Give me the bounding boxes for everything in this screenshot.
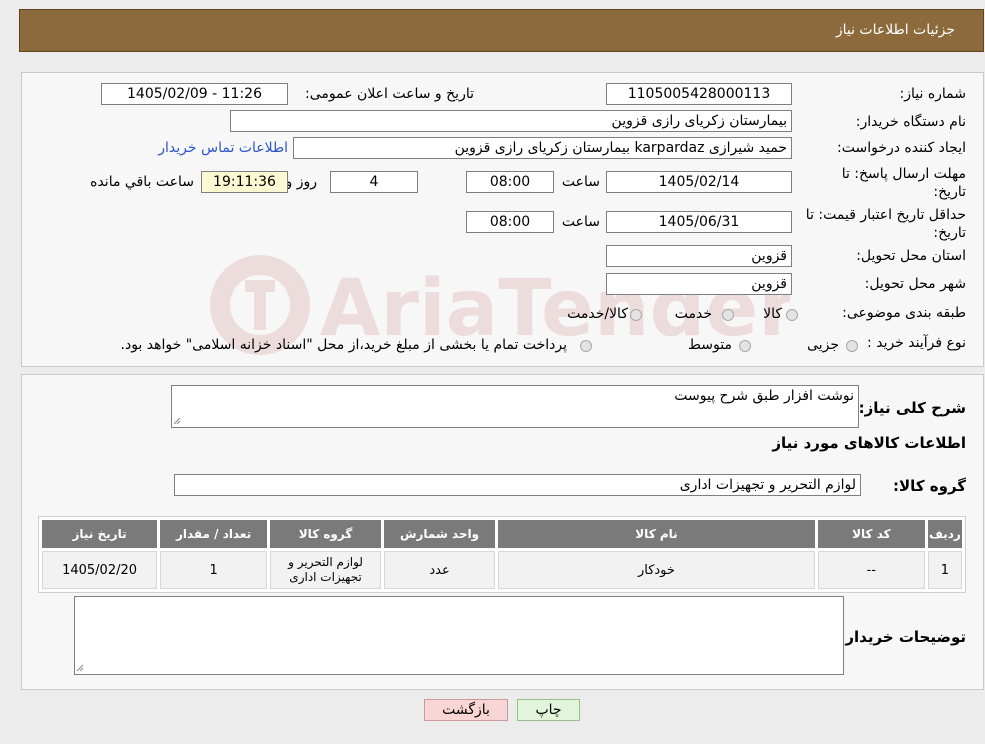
- cell-need-date: 1405/02/20: [42, 551, 158, 589]
- cell-item-code: --: [817, 551, 925, 589]
- print-button[interactable]: چاپ: [517, 699, 580, 721]
- category-label: طبقه بندی موضوعی:: [842, 305, 966, 321]
- cell-item-name: خودکار: [498, 551, 815, 589]
- items-table: ردیف کد کالا نام کالا واحد شمارش گروه کا…: [38, 516, 966, 593]
- time-remaining-field: 19:11:36: [201, 171, 288, 193]
- goods-group-field: لوازم التحریر و تجهیزات اداری: [174, 474, 861, 496]
- price-validity-label: حداقل تاریخ اعتبار قیمت: تا تاریخ:: [805, 207, 966, 241]
- back-button[interactable]: بازگشت: [424, 699, 508, 721]
- price-validity-date-field: 1405/06/31: [606, 211, 792, 233]
- deadline-label: مهلت ارسال پاسخ: تا تاریخ:: [841, 166, 966, 200]
- city-label: شهر محل تحویل:: [864, 276, 966, 292]
- page-title: جزئیات اطلاعات نیاز: [835, 22, 955, 38]
- col-item-group: گروه کالا: [270, 520, 382, 548]
- process-option-medium-radio[interactable]: [739, 340, 751, 352]
- province-field: قزوین: [606, 245, 792, 267]
- items-table-header: ردیف کد کالا نام کالا واحد شمارش گروه کا…: [42, 520, 962, 548]
- resize-handle-icon[interactable]: [173, 417, 181, 425]
- col-unit: واحد شمارش: [384, 520, 496, 548]
- announce-datetime-field: 1405/02/09 - 11:26: [101, 83, 288, 105]
- category-option-goods-label: کالا: [763, 306, 782, 322]
- need-number-field: 1105005428000113: [606, 83, 792, 105]
- col-quantity: تعداد / مقدار: [160, 520, 268, 548]
- category-option-service-label: خدمت: [674, 306, 712, 322]
- need-description-field[interactable]: نوشت افزار طبق شرح پیوست: [171, 385, 859, 428]
- buyer-org-field: بیمارستان زکریای رازی قزوین: [230, 110, 792, 132]
- time-remaining-label: ساعت باقي مانده: [90, 174, 194, 190]
- col-row-number: ردیف: [927, 520, 962, 548]
- days-label: روز و: [285, 174, 318, 190]
- need-number-label: شماره نیاز:: [899, 86, 967, 102]
- resize-handle-icon[interactable]: [76, 664, 84, 672]
- process-type-label: نوع فرآیند خرید :: [867, 335, 966, 351]
- cell-item-group: لوازم التحریر و تجهیزات اداری: [270, 551, 382, 589]
- cell-unit: عدد: [384, 551, 496, 589]
- requester-label: ایجاد کننده درخواست:: [837, 140, 966, 156]
- buyer-notes-label: توضیحات خریدار:: [839, 628, 966, 646]
- table-row: 1 -- خودکار عدد لوازم التحریر و تجهیزات …: [42, 551, 962, 589]
- deadline-time-field: 08:00: [466, 171, 554, 193]
- goods-group-label: گروه کالا:: [893, 477, 966, 495]
- buyer-notes-field[interactable]: [74, 596, 844, 675]
- deadline-date-field: 1405/02/14: [606, 171, 792, 193]
- page-header: جزئیات اطلاعات نیاز: [19, 9, 984, 52]
- cell-quantity: 1: [160, 551, 268, 589]
- days-remaining-field: 4: [330, 171, 418, 193]
- col-item-code: کد کالا: [817, 520, 925, 548]
- category-option-service-radio[interactable]: [722, 309, 734, 321]
- col-item-name: نام کالا: [498, 520, 815, 548]
- col-need-date: تاریخ نیاز: [42, 520, 158, 548]
- buyer-org-label: نام دستگاه خریدار:: [855, 114, 966, 130]
- process-option-minor-radio[interactable]: [846, 340, 858, 352]
- category-option-both-radio[interactable]: [630, 309, 642, 321]
- treasury-payment-checkbox[interactable]: [580, 340, 592, 352]
- category-option-both-label: کالا/خدمت: [567, 306, 628, 322]
- city-field: قزوین: [606, 273, 792, 295]
- process-option-medium-label: متوسط: [688, 337, 732, 353]
- treasury-payment-note: پرداخت تمام یا بخشی از مبلغ خرید،از محل …: [120, 337, 567, 353]
- need-description-label: شرح کلی نیاز:: [858, 399, 966, 417]
- deadline-time-label: ساعت: [561, 174, 600, 190]
- requester-field: حمید شیرازی karpardaz بیمارستان زکریای ر…: [293, 137, 792, 159]
- province-label: استان محل تحویل:: [856, 248, 966, 264]
- price-validity-time-label: ساعت: [561, 214, 600, 230]
- buyer-contact-link[interactable]: اطلاعات تماس خریدار: [158, 140, 288, 156]
- announce-datetime-label: تاریخ و ساعت اعلان عمومی:: [305, 86, 474, 102]
- required-items-title: اطلاعات کالاهای مورد نیاز: [772, 434, 966, 452]
- cell-row-number: 1: [927, 551, 962, 589]
- category-option-goods-radio[interactable]: [786, 309, 798, 321]
- process-option-minor-label: جزیی: [807, 337, 839, 353]
- price-validity-time-field: 08:00: [466, 211, 554, 233]
